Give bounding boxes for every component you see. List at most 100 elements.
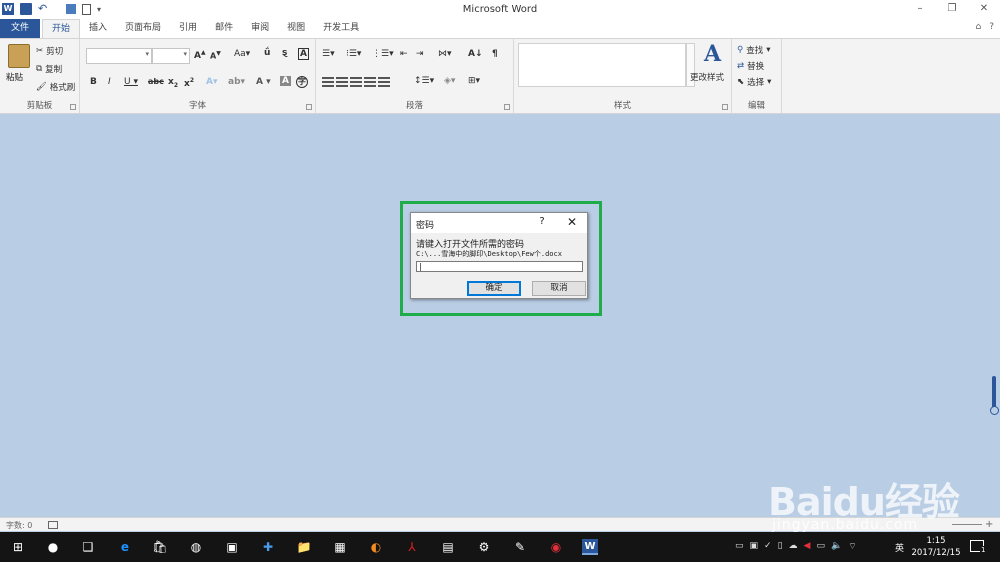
change-styles-icon[interactable]: A [704,41,721,67]
proofing-icon[interactable] [48,521,58,529]
align-left-icon[interactable] [322,77,334,87]
edge-browser-icon[interactable]: e [117,539,133,555]
app-icon-5[interactable]: ▤ [440,539,456,555]
subscript-icon[interactable]: x2 [168,77,178,89]
bullets-icon[interactable]: ☰▾ [322,49,335,59]
chinese-layout-icon[interactable]: ⋈▾ [438,49,452,59]
app-icon-7[interactable]: ◉ [548,539,564,555]
change-case-icon[interactable]: Aa▾ [234,49,250,59]
ok-button[interactable]: 确定 [467,281,521,296]
app-icon-3[interactable]: ✚ [260,539,276,555]
tray-icon-5[interactable]: ☁ [789,541,798,552]
start-windows-icon[interactable]: ⊞ [10,539,26,555]
font-color-icon[interactable]: A ▾ [256,77,271,87]
app-icon-4[interactable]: ◐ [368,539,384,555]
tray-icon-3[interactable]: ✓ [764,541,772,552]
find-button[interactable]: ⚲ 查找 ▾ [737,44,771,56]
cut-button[interactable]: ✂ 剪切 [36,45,63,57]
tab-page-layout[interactable]: 页面布局 [116,19,170,38]
font-size-dropdown[interactable] [152,48,190,64]
tab-home[interactable]: 开始 [42,19,81,38]
clipboard-launcher-icon[interactable] [70,104,76,110]
shrink-font-icon[interactable]: A▼ [210,50,221,61]
paste-button[interactable]: 粘贴 [6,71,23,83]
cancel-button[interactable]: 取消 [532,281,586,296]
collapse-ribbon-icon[interactable]: ⌂ [976,22,982,32]
font-name-dropdown[interactable] [86,48,152,64]
tab-view[interactable]: 视图 [278,19,314,38]
acrobat-icon[interactable]: ⅄ [404,539,420,555]
format-painter-button[interactable]: 🖌 格式刷 [36,81,75,93]
tray-icon-2[interactable]: ▣ [750,541,759,552]
settings-gear-icon[interactable]: ⚙ [476,539,492,555]
replace-button[interactable]: ⇄ 替换 [737,60,764,72]
strikethrough-icon[interactable]: abc [148,77,164,86]
save-icon[interactable] [20,3,32,15]
document-area[interactable] [0,114,1000,517]
character-border-icon[interactable]: A [298,48,309,60]
tab-review[interactable]: 审阅 [242,19,278,38]
restore-button[interactable]: ❐ [936,0,968,18]
zoom-slider[interactable] [952,524,982,525]
phonetic-guide-icon[interactable]: ǘ [264,48,270,58]
word-count[interactable]: 字数: 0 [6,520,32,531]
tab-mailings[interactable]: 邮件 [206,19,242,38]
store-icon[interactable]: 🛍 [152,539,168,555]
change-styles-button[interactable]: 更改样式 [690,71,724,83]
shading-icon[interactable]: ◈▾ [444,76,455,86]
enclose-character-icon[interactable]: 字 [296,76,308,88]
italic-icon[interactable]: I [108,77,111,87]
clock[interactable]: 1:15 2017/12/15 [908,535,964,559]
tab-developer[interactable]: 开发工具 [314,19,368,38]
tab-references[interactable]: 引用 [170,19,206,38]
font-launcher-icon[interactable] [306,104,312,110]
show-marks-icon[interactable]: ¶ [492,49,498,59]
decrease-indent-icon[interactable]: ⇤ [400,49,408,59]
task-view-icon[interactable]: ❑ [80,539,96,555]
bold-icon[interactable]: B [90,77,97,87]
word-logo-icon[interactable]: W [2,3,14,15]
tab-insert[interactable]: 插入 [80,19,116,38]
numbering-icon[interactable]: ⁝☰▾ [346,49,361,59]
undo-icon[interactable]: ↶ [38,3,50,15]
text-effects-icon[interactable]: A▾ [206,77,217,87]
app-icon-2[interactable]: ▣ [224,539,240,555]
multilevel-list-icon[interactable]: ⋮☰▾ [372,49,394,59]
password-input[interactable]: | [416,261,583,272]
tray-icon-4[interactable]: ▯ [778,541,783,552]
justify-icon[interactable] [364,77,376,87]
distributed-icon[interactable] [378,77,390,87]
select-button[interactable]: ⬉ 选择 ▾ [737,76,771,88]
battery-icon[interactable]: ▭ [816,541,825,552]
minimize-button[interactable]: – [904,0,936,18]
styles-gallery[interactable] [518,43,686,87]
align-right-icon[interactable] [350,77,362,87]
paste-icon[interactable] [8,44,30,68]
copy-button[interactable]: ⧉ 复制 [36,63,62,75]
volume-icon[interactable]: 🔈 [831,541,842,552]
app-icon-6[interactable]: ✎ [512,539,528,555]
help-icon[interactable]: ? [989,22,994,32]
highlight-color-icon[interactable]: ab▾ [228,77,245,87]
zoom-in-button[interactable]: + [985,519,993,530]
character-shading-icon[interactable]: A [280,76,291,86]
app-icon-1[interactable]: ◍ [188,539,204,555]
line-spacing-icon[interactable]: ↕☰▾ [414,76,434,86]
word-taskbar-icon[interactable]: W [582,539,598,555]
dialog-close-button[interactable]: ✕ [563,215,581,229]
dialog-title-bar[interactable]: 密码 ? ✕ [411,213,587,233]
align-center-icon[interactable] [336,77,348,87]
grow-font-icon[interactable]: A▲ [194,49,206,61]
close-button[interactable]: ✕ [968,0,1000,18]
print-preview-icon[interactable] [66,4,76,14]
clear-format-icon[interactable]: ȿ [282,48,287,58]
cortana-icon[interactable]: ● [45,539,61,555]
new-document-icon[interactable] [82,3,91,15]
customize-quick-access-icon[interactable]: ▾ [97,5,101,14]
calculator-icon[interactable]: ▦ [332,539,348,555]
underline-icon[interactable]: U ▾ [124,77,138,87]
scroll-knob[interactable] [990,406,999,415]
superscript-icon[interactable]: x2 [184,77,194,89]
tray-icon-6[interactable]: ◀ [804,541,811,552]
ime-indicator[interactable]: 英 [895,541,904,554]
